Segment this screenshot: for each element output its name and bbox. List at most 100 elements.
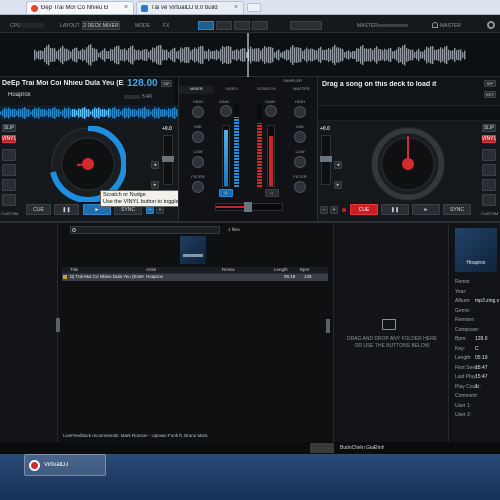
left-slip-button[interactable]: SLIP (2, 124, 16, 132)
col-bpm[interactable]: Bpm (300, 267, 309, 273)
col-artist[interactable]: Artist (146, 267, 156, 273)
right-play-button[interactable]: ► (412, 204, 440, 215)
left-volume-fader[interactable] (222, 125, 230, 187)
left-cue-button[interactable]: CUE (26, 204, 51, 215)
mixer-tab-scratch[interactable]: SCRATCH (249, 86, 284, 94)
right-nudge-plus[interactable]: + (330, 206, 338, 214)
mixer-tab-video[interactable]: VIDEO (214, 86, 249, 94)
taskbar-app-label: VirtualDJ (44, 462, 69, 468)
overview-waveform[interactable] (0, 33, 500, 77)
left-custom-label: CUSTOM (1, 211, 19, 216)
left-pitch-minus[interactable]: ◂ (151, 161, 159, 169)
info-field-label: User 2: (455, 412, 472, 418)
info-field-label: Comment: (455, 393, 479, 399)
table-scrollbar[interactable] (326, 319, 330, 333)
col-remix[interactable]: Remix (222, 267, 235, 273)
tab-close-icon[interactable]: × (234, 4, 238, 11)
topbar-switches[interactable] (198, 21, 268, 30)
new-tab-button[interactable] (247, 3, 261, 12)
info-field-row: Comment: (455, 393, 499, 403)
folder-list-scrollbar[interactable] (56, 318, 60, 332)
taskbar-app[interactable]: VirtualDJ (24, 454, 106, 476)
tab-close-icon[interactable]: × (124, 4, 128, 11)
left-deck-time-bar (124, 95, 140, 99)
right-pad-2[interactable] (482, 164, 496, 176)
right-deck-key[interactable]: KEY (484, 91, 496, 98)
left-pitch-plus[interactable]: ▸ (151, 181, 159, 189)
right-pitch-value: +0.0 (320, 126, 330, 132)
left-deck-bpm: 128.00 (127, 78, 158, 89)
left-vinyl-button[interactable]: VINYL (2, 135, 16, 143)
eq-knob[interactable] (294, 156, 306, 168)
right-cue-button[interactable]: CUE (350, 204, 378, 215)
drop-zone[interactable]: DRAG AND DROP ANY FOLDER HERE OR USE THE… (333, 223, 449, 442)
right-scroll-waveform[interactable] (318, 105, 500, 121)
col-length[interactable]: Length (274, 267, 288, 273)
left-pitch-slider[interactable] (162, 135, 174, 185)
gain-knob-right[interactable] (265, 105, 277, 117)
right-vinyl-button[interactable]: VINYL (482, 135, 496, 143)
left-nudge-minus[interactable]: − (146, 206, 154, 214)
right-pad-1[interactable] (482, 149, 496, 161)
eq-knob[interactable] (192, 156, 204, 168)
browser-tab[interactable]: Đẹp Trai Mới Có Nhiều Đ × (26, 1, 134, 14)
eq-knob[interactable] (294, 131, 306, 143)
right-pitch-plus[interactable]: ▸ (334, 181, 342, 189)
right-pad-3[interactable] (482, 179, 496, 191)
browser-tabstrip: Đẹp Trai Mới Có Nhiều Đ × Tải về Virtual… (0, 0, 500, 15)
folder-list[interactable] (0, 223, 60, 442)
left-pause-button[interactable]: ❚❚ (54, 204, 79, 215)
left-pad-3[interactable] (2, 179, 16, 191)
filter-knob[interactable] (294, 181, 306, 193)
deck-mode-select[interactable]: 2 DECK MIXER (82, 21, 120, 30)
crossfader[interactable] (215, 202, 283, 212)
right-deck-sip[interactable]: SIP (484, 80, 496, 87)
mixer-tabs: MIXER VIDEO SCRATCH MASTER (179, 86, 319, 94)
info-field-value: 1 (475, 383, 478, 390)
info-field-label: Bpm: (455, 336, 467, 342)
topbar-rec[interactable] (290, 21, 322, 30)
eq-knob[interactable] (192, 131, 204, 143)
gain-knob-left[interactable] (220, 105, 232, 117)
browser-tab[interactable]: Tải về VirtualDJ 8.0 build × (136, 1, 244, 14)
right-volume-fader[interactable] (267, 125, 275, 187)
tab-label: Đẹp Trai Mới Có Nhiều Đ (41, 5, 109, 11)
info-field-label: Key: (455, 345, 466, 352)
master-volume[interactable] (378, 24, 408, 27)
left-pad-4[interactable] (2, 194, 16, 206)
left-deck-sip[interactable]: SIP (161, 80, 172, 87)
right-jog-wheel[interactable] (370, 126, 446, 202)
info-field-label: Genre: (455, 307, 471, 314)
eq-label: LOW (193, 149, 203, 154)
eq-knob[interactable] (294, 106, 306, 118)
gain-label-left: GAIN (219, 99, 229, 104)
left-nudge-plus[interactable]: + (156, 206, 164, 214)
right-pfl-button[interactable]: ⌂ (265, 189, 279, 197)
gear-icon[interactable] (487, 21, 495, 29)
right-pad-4[interactable] (482, 194, 496, 206)
info-field-value: C (475, 345, 479, 352)
filter-knob[interactable] (192, 181, 204, 193)
left-scroll-waveform[interactable] (0, 105, 178, 121)
right-custom-label: CUSTOM (481, 211, 499, 216)
eq-knob[interactable] (192, 106, 204, 118)
sampler-tab[interactable]: SAMPLER (283, 77, 319, 85)
table-row[interactable]: Dj Trai Moi Co Nhieu Dula Yeu (Extended … (62, 274, 328, 281)
left-pad-1[interactable] (2, 149, 16, 161)
search-input[interactable] (70, 226, 220, 234)
eq-label: MID (194, 124, 202, 129)
right-pitch-minus[interactable]: ◂ (334, 161, 342, 169)
mixer-tab-master[interactable]: MASTER (284, 86, 319, 94)
mixer-tab-mixer[interactable]: MIXER (179, 86, 214, 94)
col-title[interactable]: Title (70, 267, 78, 273)
right-deck-title: Drag a song on this deck to load it (322, 81, 437, 88)
eq-label: HIGH (193, 99, 203, 104)
right-sync-button[interactable]: SYNC (443, 204, 471, 215)
right-pause-button[interactable]: ❚❚ (381, 204, 409, 215)
right-nudge-minus[interactable]: − (320, 206, 328, 214)
left-pfl-button[interactable]: ⌂ (219, 189, 233, 197)
livefeedback: LiveFeedback recommends: Mark Ronson - U… (63, 433, 208, 438)
right-pitch-slider[interactable] (320, 135, 332, 185)
left-pad-2[interactable] (2, 164, 16, 176)
right-slip-button[interactable]: SLIP (482, 124, 496, 132)
